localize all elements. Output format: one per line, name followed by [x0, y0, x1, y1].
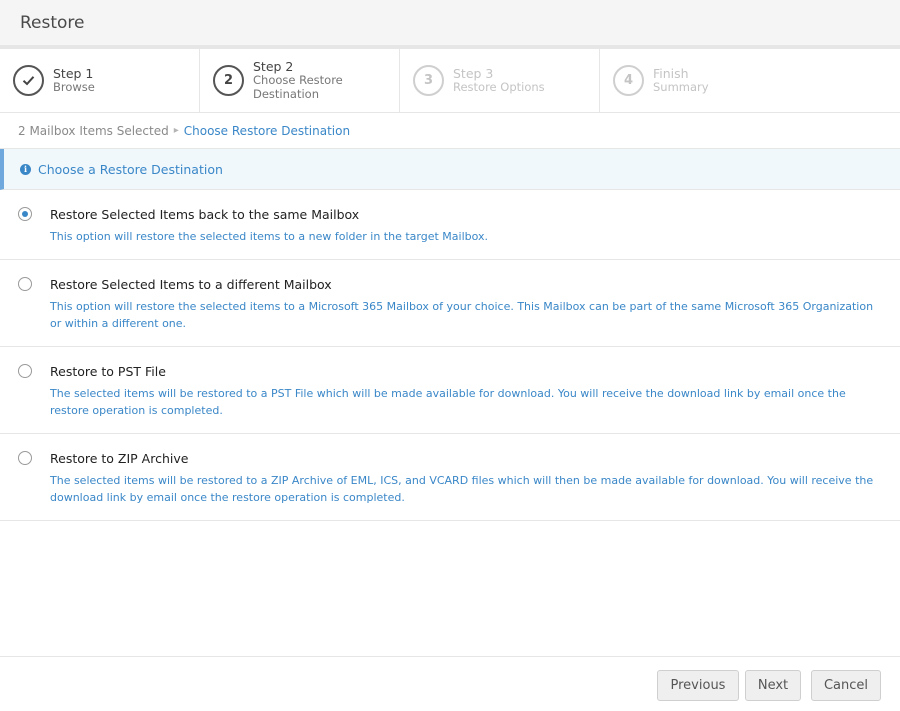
wizard-step-finish: 4 Finish Summary [600, 49, 900, 112]
restore-destination-options: Restore Selected Items back to the same … [0, 190, 900, 521]
info-banner-text: Choose a Restore Destination [38, 161, 223, 177]
radio-selected-dot [22, 211, 28, 217]
step-number-badge: 3 [413, 65, 444, 96]
option-title: Restore Selected Items to a different Ma… [50, 277, 332, 292]
wizard-step-2[interactable]: 2 Step 2 Choose Restore Destination [200, 49, 400, 112]
step-subtitle: Browse [53, 80, 95, 95]
option-description: The selected items will be restored to a… [50, 474, 874, 504]
step-title: Step 3 [453, 66, 494, 82]
breadcrumb: 2 Mailbox Items Selected ▸ Choose Restor… [0, 113, 900, 149]
step-title: Step 1 [53, 66, 94, 82]
option-pst-file[interactable]: Restore to PST File The selected items w… [0, 347, 900, 434]
radio-zip-archive[interactable] [18, 451, 32, 465]
cancel-button[interactable]: Cancel [811, 670, 881, 701]
option-description: This option will restore the selected it… [50, 230, 489, 243]
dialog-title: Restore [20, 12, 85, 33]
option-same-mailbox[interactable]: Restore Selected Items back to the same … [0, 190, 900, 260]
wizard-steps: Step 1 Browse 2 Step 2 Choose Restore De… [0, 49, 900, 113]
radio-pst-file[interactable] [18, 364, 32, 378]
step-title: Finish [653, 66, 689, 82]
radio-same-mailbox[interactable] [18, 207, 32, 221]
step-subtitle: Choose Restore Destination [253, 73, 343, 101]
radio-different-mailbox[interactable] [18, 277, 32, 291]
option-description: The selected items will be restored to a… [50, 387, 846, 417]
breadcrumb-item-selected-items[interactable]: 2 Mailbox Items Selected [18, 124, 169, 138]
previous-button[interactable]: Previous [657, 670, 739, 701]
step-number-badge: 4 [613, 65, 644, 96]
dialog-header: Restore [0, 0, 900, 49]
chevron-right-icon: ▸ [173, 125, 179, 136]
option-title: Restore Selected Items back to the same … [50, 207, 360, 222]
step-subtitle: Restore Options [453, 80, 545, 95]
check-icon [13, 65, 44, 96]
wizard-step-3: 3 Step 3 Restore Options [400, 49, 600, 112]
option-title: Restore to PST File [50, 364, 166, 379]
option-description: This option will restore the selected it… [50, 300, 874, 330]
option-title: Restore to ZIP Archive [50, 451, 189, 466]
step-title: Step 2 [253, 59, 294, 75]
breadcrumb-item-current: Choose Restore Destination [183, 123, 351, 138]
option-different-mailbox[interactable]: Restore Selected Items to a different Ma… [0, 260, 900, 347]
option-zip-archive[interactable]: Restore to ZIP Archive The selected item… [0, 434, 900, 521]
step-subtitle: Summary [653, 80, 709, 95]
next-button[interactable]: Next [745, 670, 801, 701]
dialog-footer: Previous Next Cancel [0, 656, 900, 711]
info-icon: i [20, 163, 31, 175]
step-number-badge: 2 [213, 65, 244, 96]
wizard-step-1[interactable]: Step 1 Browse [0, 49, 200, 112]
info-banner: i Choose a Restore Destination [0, 149, 900, 190]
